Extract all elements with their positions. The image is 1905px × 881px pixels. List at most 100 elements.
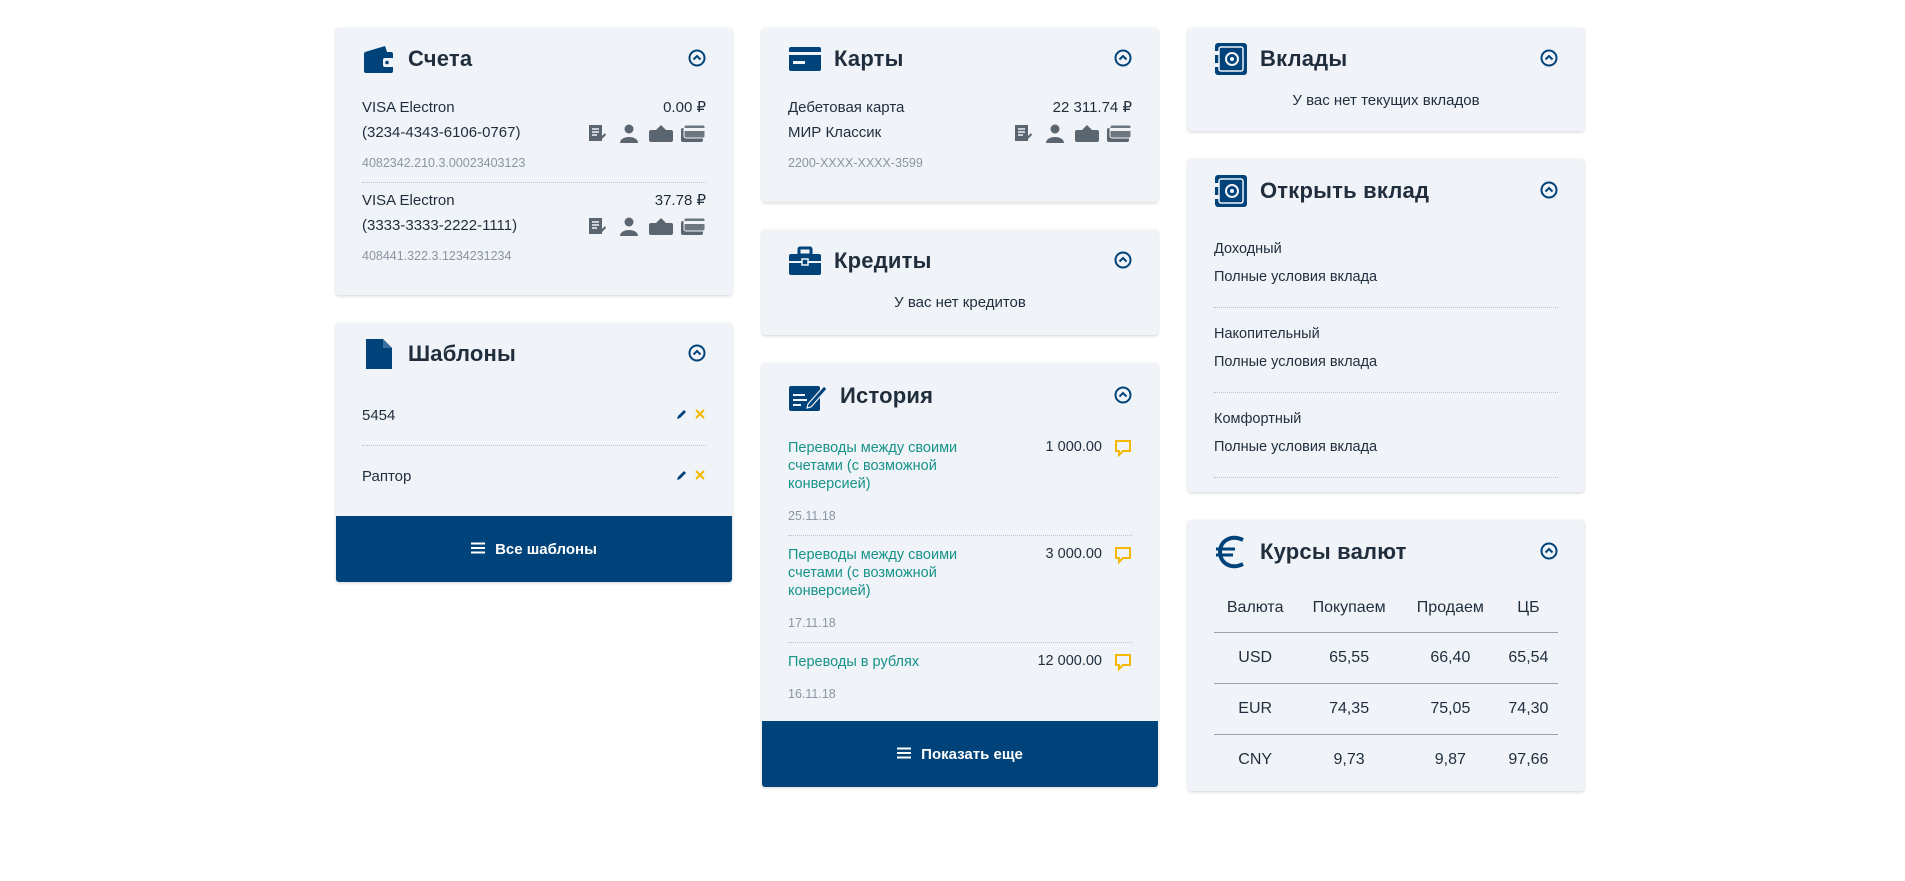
card-icon[interactable]	[1106, 122, 1132, 144]
rates-currency: EUR	[1214, 683, 1297, 735]
statement-icon[interactable]	[584, 122, 610, 144]
account-name: VISA Electron	[362, 99, 455, 116]
card-amount: 22 311.74 ₽	[1052, 99, 1132, 116]
collapse-deposits-icon[interactable]	[1540, 49, 1558, 67]
edit-icon[interactable]	[676, 407, 688, 424]
templates-card: Шаблоны 5454 Раптор Все шаблоны	[336, 323, 732, 582]
deposits-empty-text: У вас нет текущих вкладов	[1292, 92, 1480, 109]
history-item[interactable]: Переводы между своими счетами (с возможн…	[788, 536, 1132, 643]
person-icon[interactable]	[616, 215, 642, 237]
card-name: Дебетовая карта	[788, 99, 905, 116]
rates-cb: 97,66	[1508, 751, 1549, 768]
account-card-number: (3234-4343-6106-0767)	[362, 124, 521, 141]
repeat-icon[interactable]	[1114, 653, 1132, 675]
accounts-title: Счета	[408, 46, 473, 71]
history-item-date: 17.11.18	[788, 616, 836, 630]
transfer-icon[interactable]	[648, 215, 674, 237]
history-item-title[interactable]: Переводы между своими счетами (с возможн…	[788, 439, 973, 493]
all-templates-label: Все шаблоны	[495, 540, 597, 558]
menu-icon	[471, 541, 486, 558]
history-item-title[interactable]: Переводы между своими счетами (с возможн…	[788, 546, 973, 600]
template-item[interactable]: 5454	[362, 385, 706, 446]
credits-card: Кредиты У вас нет кредитов	[762, 230, 1158, 335]
history-card: История Переводы между своими счетами (с…	[762, 363, 1158, 787]
person-icon[interactable]	[616, 122, 642, 144]
account-amount: 37.78 ₽	[654, 192, 706, 209]
rates-row: CNY 9,73 9,87 97,66	[1214, 735, 1558, 786]
briefcase-icon	[788, 244, 822, 278]
credit-card-icon	[788, 42, 822, 76]
collapse-history-icon[interactable]	[1114, 386, 1132, 404]
show-more-label: Показать еще	[921, 745, 1023, 763]
credits-title: Кредиты	[834, 248, 932, 273]
deposit-offer-name: Комфортный	[1214, 411, 1302, 427]
collapse-accounts-icon[interactable]	[688, 49, 706, 67]
card-icon[interactable]	[680, 215, 706, 237]
menu-icon	[897, 746, 912, 763]
rates-header: Покупаем	[1296, 584, 1402, 633]
deposit-terms-link[interactable]: Полные условия вклада	[1214, 348, 1558, 376]
deposits-title: Вклады	[1260, 46, 1348, 71]
check-pen-icon	[788, 379, 828, 413]
collapse-templates-icon[interactable]	[688, 344, 706, 362]
credits-empty-text: У вас нет кредитов	[894, 294, 1026, 311]
history-item[interactable]: Переводы в рублях 16.11.18 12 000.00	[788, 643, 1132, 713]
rates-currency: USD	[1214, 632, 1297, 684]
statement-icon[interactable]	[1010, 122, 1036, 144]
delete-icon[interactable]	[694, 407, 706, 424]
deposit-offer-name: Накопительный	[1214, 326, 1320, 342]
deposit-offer-name: Доходный	[1214, 241, 1282, 257]
account-number: 4082342.210.3.00023403123	[362, 156, 526, 170]
account-name: VISA Electron	[362, 192, 455, 209]
edit-icon[interactable]	[676, 468, 688, 485]
document-icon	[362, 337, 396, 371]
card-item[interactable]: Дебетовая карта 22 311.74 ₽ МИР Классик 2…	[788, 90, 1132, 182]
card-icon[interactable]	[680, 122, 706, 144]
rates-title: Курсы валют	[1260, 539, 1407, 564]
safe-icon	[1214, 174, 1248, 208]
rates-buy: 74,35	[1296, 683, 1402, 735]
history-item-date: 25.11.18	[788, 509, 836, 523]
rates-card: Курсы валют Валюта Покупаем Продаем ЦБ U	[1188, 520, 1584, 791]
delete-icon[interactable]	[694, 468, 706, 485]
rates-cb: 65,54	[1498, 632, 1558, 684]
wallet-icon	[362, 42, 396, 76]
account-item[interactable]: VISA Electron 0.00 ₽ (3234-4343-6106-0767…	[362, 90, 706, 183]
template-item[interactable]: Раптор	[362, 446, 706, 506]
person-icon[interactable]	[1042, 122, 1068, 144]
collapse-cards-icon[interactable]	[1114, 49, 1132, 67]
card-type: МИР Классик	[788, 124, 882, 141]
rates-buy: 65,55	[1296, 632, 1402, 684]
rates-sell: 66,40	[1401, 632, 1499, 684]
history-item-amount: 12 000.00	[1037, 653, 1102, 669]
history-item-date: 16.11.18	[788, 687, 836, 701]
rates-header-row: Валюта Покупаем Продаем ЦБ	[1214, 584, 1558, 633]
transfer-icon[interactable]	[1074, 122, 1100, 144]
collapse-credits-icon[interactable]	[1114, 251, 1132, 269]
safe-icon	[1214, 42, 1248, 76]
collapse-rates-icon[interactable]	[1540, 542, 1558, 560]
rates-buy: 9,73	[1333, 751, 1365, 768]
collapse-open-deposit-icon[interactable]	[1540, 181, 1558, 199]
show-more-button[interactable]: Показать еще	[762, 721, 1158, 787]
deposit-offer: Доходный Полные условия вклада	[1214, 223, 1558, 308]
open-deposit-card: Открыть вклад Доходный Полные условия вк…	[1188, 159, 1584, 492]
rates-header: Продаем	[1401, 584, 1499, 633]
statement-icon[interactable]	[584, 215, 610, 237]
account-number: 408441.322.3.1234231234	[362, 249, 512, 263]
history-item-title[interactable]: Переводы в рублях	[788, 653, 973, 671]
deposit-offer: Комфортный Полные условия вклада	[1214, 393, 1558, 478]
cards-title: Карты	[834, 46, 904, 71]
repeat-icon[interactable]	[1114, 546, 1132, 568]
account-item[interactable]: VISA Electron 37.78 ₽ (3333-3333-2222-111…	[362, 183, 706, 275]
open-deposit-title: Открыть вклад	[1260, 178, 1430, 203]
transfer-icon[interactable]	[648, 122, 674, 144]
deposit-terms-link[interactable]: Полные условия вклада	[1214, 263, 1558, 291]
all-templates-button[interactable]: Все шаблоны	[336, 516, 732, 582]
rates-row: USD 65,55 66,40 65,54	[1214, 632, 1558, 684]
rates-row: EUR 74,35 75,05 74,30	[1214, 683, 1558, 735]
history-item[interactable]: Переводы между своими счетами (с возможн…	[788, 429, 1132, 536]
deposit-terms-link[interactable]: Полные условия вклада	[1214, 433, 1558, 461]
deposits-card: Вклады У вас нет текущих вкладов	[1188, 28, 1584, 131]
repeat-icon[interactable]	[1114, 439, 1132, 461]
